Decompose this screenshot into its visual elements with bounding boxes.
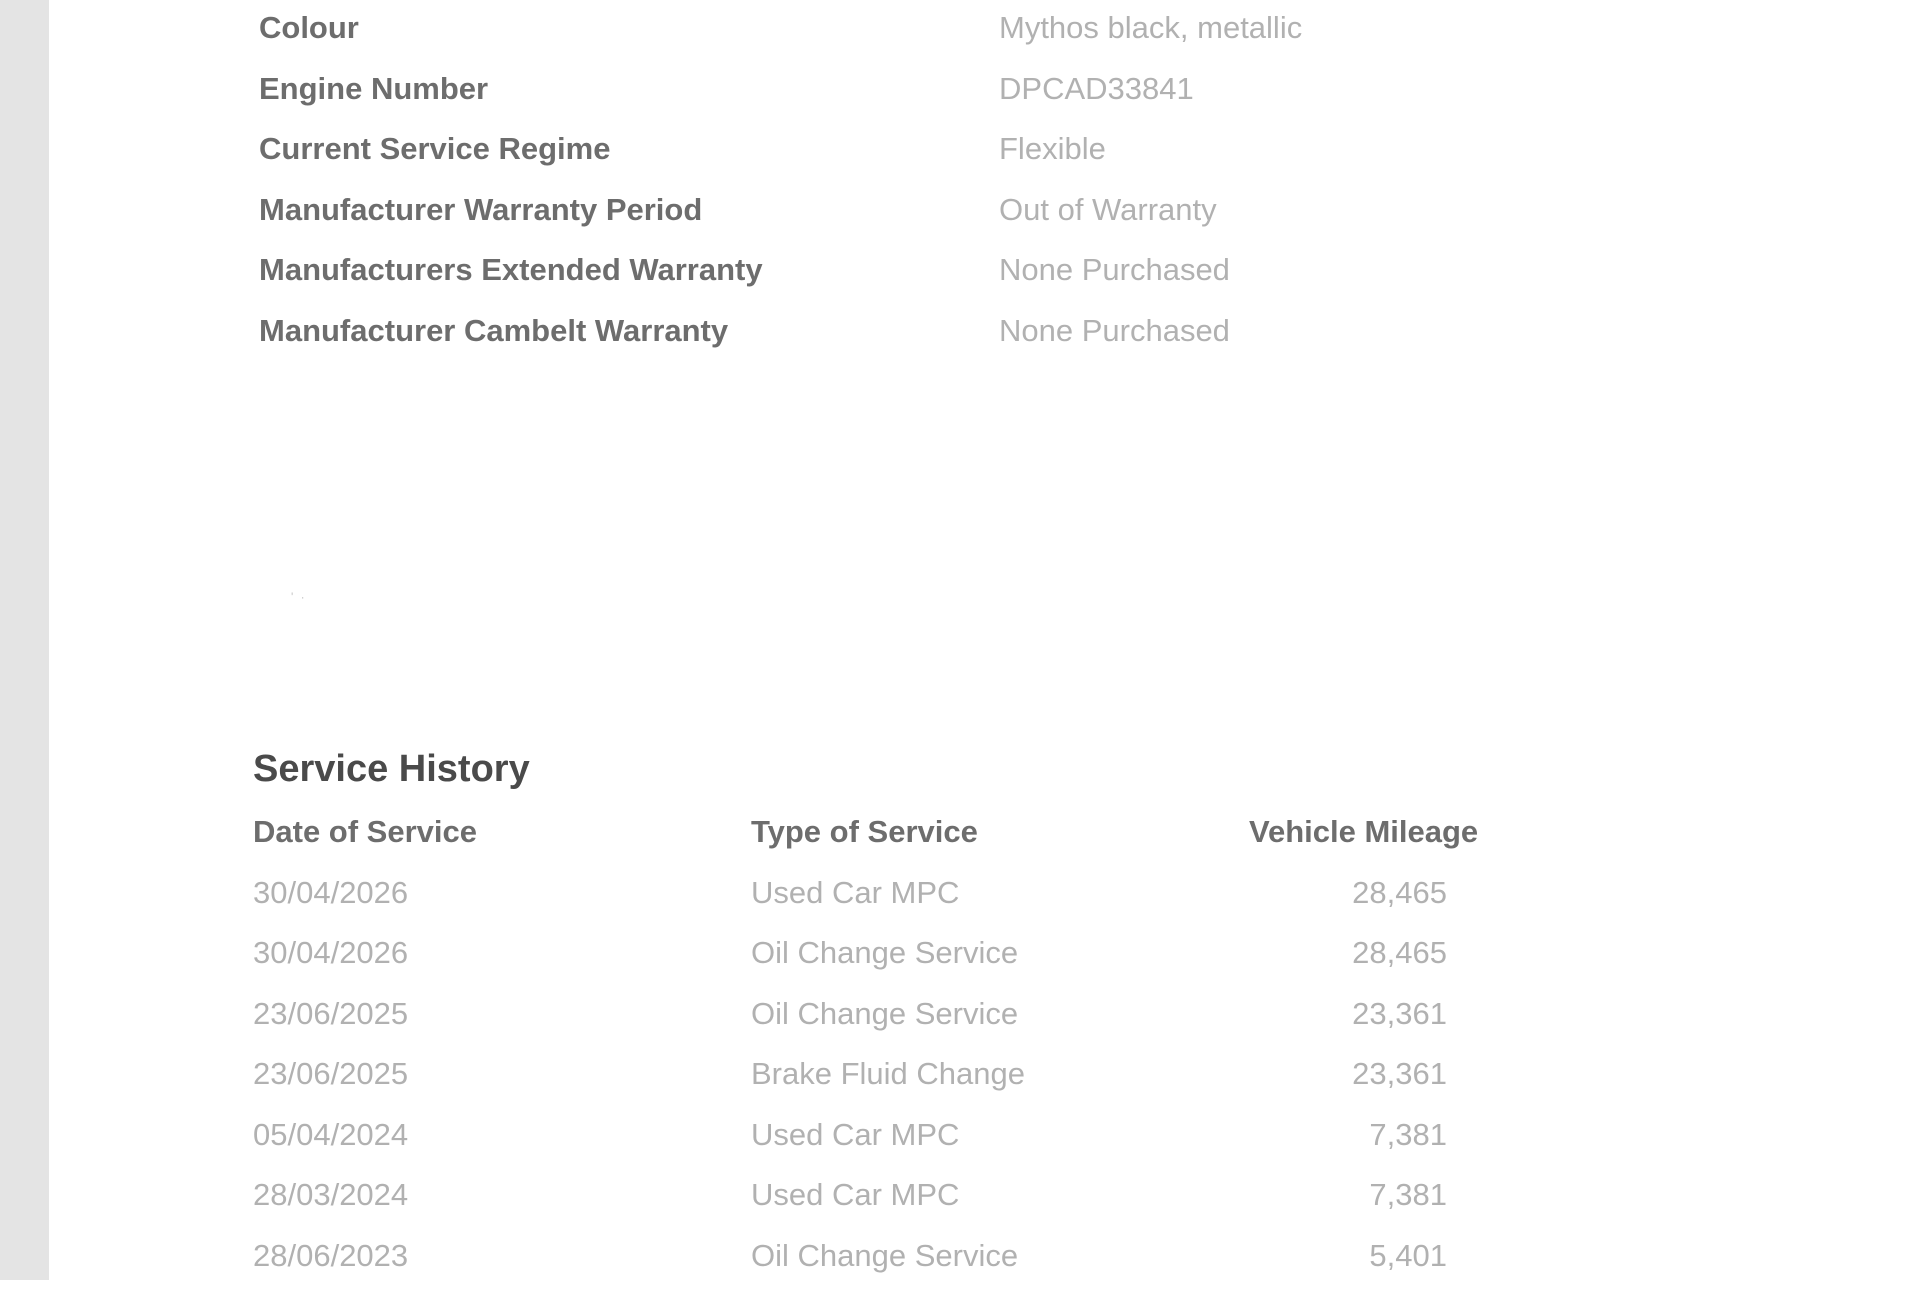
service-mileage: 7,381 bbox=[1369, 1116, 1447, 1152]
document-page: Colour Mythos black, metallic Engine Num… bbox=[49, 0, 1920, 1280]
service-mileage: 7,381 bbox=[1369, 1177, 1447, 1212]
service-date: 30/04/2026 bbox=[253, 935, 409, 970]
scan-artifact: ' · bbox=[291, 590, 307, 604]
service-date: 28/06/2023 bbox=[253, 1237, 409, 1273]
service-date: 30/04/2026 bbox=[253, 874, 409, 910]
service-history-title: Service History bbox=[253, 748, 530, 790]
detail-label: Manufacturers Extended Warranty bbox=[259, 252, 763, 287]
detail-value: None Purchased bbox=[999, 312, 1230, 348]
service-date: 28/03/2024 bbox=[253, 1177, 409, 1212]
service-mileage: 5,401 bbox=[1369, 1237, 1447, 1273]
service-date: 23/06/2025 bbox=[253, 995, 409, 1031]
service-mileage: 28,465 bbox=[1352, 935, 1447, 970]
service-type: Used Car MPC bbox=[751, 1116, 960, 1152]
column-header-type: Type of Service bbox=[751, 814, 978, 849]
service-mileage: 28,465 bbox=[1352, 874, 1447, 910]
detail-label: Colour bbox=[259, 10, 359, 45]
detail-label: Manufacturer Warranty Period bbox=[259, 191, 703, 227]
service-type: Brake Fluid Change bbox=[751, 1056, 1025, 1091]
column-header-mileage: Vehicle Mileage bbox=[1249, 814, 1479, 849]
column-header-date: Date of Service bbox=[253, 814, 477, 849]
service-type: Oil Change Service bbox=[751, 935, 1019, 970]
detail-label: Manufacturer Cambelt Warranty bbox=[259, 312, 729, 348]
detail-label: Engine Number bbox=[259, 70, 489, 106]
detail-value: Flexible bbox=[999, 131, 1106, 166]
detail-label: Current Service Regime bbox=[259, 131, 611, 166]
service-mileage: 23,361 bbox=[1352, 1056, 1447, 1091]
detail-value: None Purchased bbox=[999, 252, 1230, 287]
detail-value: DPCAD33841 bbox=[999, 70, 1194, 106]
service-type: Used Car MPC bbox=[751, 874, 960, 910]
detail-value: Mythos black, metallic bbox=[999, 10, 1303, 45]
service-type: Oil Change Service bbox=[751, 1237, 1019, 1273]
service-date: 05/04/2024 bbox=[253, 1116, 409, 1152]
service-mileage: 23,361 bbox=[1352, 995, 1447, 1031]
service-date: 23/06/2025 bbox=[253, 1056, 409, 1091]
service-type: Used Car MPC bbox=[751, 1177, 960, 1212]
service-type: Oil Change Service bbox=[751, 995, 1019, 1031]
left-margin-strip bbox=[0, 0, 49, 1280]
detail-value: Out of Warranty bbox=[999, 191, 1217, 227]
